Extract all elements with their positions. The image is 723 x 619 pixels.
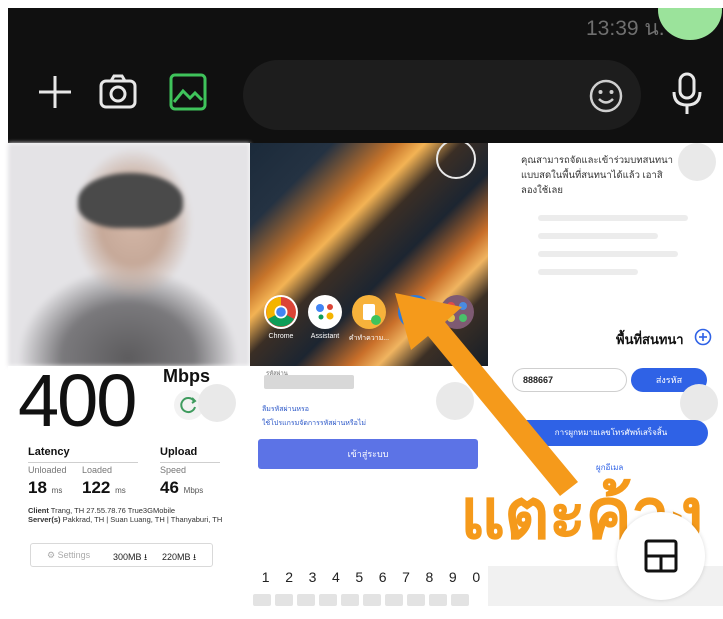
- speed-unit: Mbps: [163, 366, 210, 386]
- keyboard-key[interactable]: [275, 594, 293, 606]
- password-manager-link[interactable]: ใช้โปรแกรมจัดการรหัสผ่านหรือไม่: [262, 418, 366, 429]
- assistant-icon[interactable]: [308, 295, 342, 329]
- select-circle[interactable]: [436, 382, 474, 420]
- speedtest-panel[interactable]: 400 Mbps Latency Upload Unloaded Loaded …: [8, 366, 250, 606]
- keyboard-key[interactable]: [429, 594, 447, 606]
- mic-icon[interactable]: [670, 72, 704, 116]
- unloaded-latency: 18 ms: [28, 478, 63, 497]
- camera-icon[interactable]: [98, 72, 138, 112]
- keyboard-key[interactable]: [297, 594, 315, 606]
- split-screen-button[interactable]: [617, 512, 705, 600]
- chat-message: คุณสามารถจัดและเข้าร่วมบทสนทนาแบบสดในพื้…: [521, 155, 673, 196]
- key-5[interactable]: 5: [355, 569, 363, 589]
- chat-input-bar: 13:39 น.: [8, 8, 723, 143]
- keyboard-key[interactable]: [253, 594, 271, 606]
- plus-icon[interactable]: [35, 72, 75, 112]
- keyboard-row: [250, 594, 488, 606]
- number-row: 1 2 3 4 5 6 7 8 9 0: [254, 569, 488, 589]
- bind-phone-button[interactable]: การผูกหมายเลขโทรศัพท์เสร็จสิ้น: [514, 420, 708, 446]
- keyboard-key[interactable]: [319, 594, 337, 606]
- key-7[interactable]: 7: [402, 569, 410, 589]
- key-3[interactable]: 3: [309, 569, 317, 589]
- placeholder-line: [538, 251, 678, 257]
- blurred-photo-subject: [78, 173, 183, 228]
- login-form-panel[interactable]: รหัสผ่าน ลืมรหัสผ่านหรอ ใช้โปรแกรมจัดการ…: [250, 366, 488, 606]
- upload-label: Upload: [160, 446, 198, 458]
- keyboard-key[interactable]: [407, 594, 425, 606]
- gallery-icon[interactable]: [168, 72, 208, 112]
- key-4[interactable]: 4: [332, 569, 340, 589]
- placeholder-line: [538, 269, 638, 275]
- loaded-latency: 122 ms: [82, 478, 126, 497]
- bind-email-link[interactable]: ผูกอีเมล: [596, 461, 623, 474]
- unloaded-label: Unloaded: [28, 465, 67, 475]
- chat-space-label: พื้นที่สนทนา: [616, 332, 684, 347]
- key-1[interactable]: 1: [262, 569, 270, 589]
- settings-row[interactable]: ⚙ Settings 300MB ⭳ 220MB ⭳: [30, 543, 213, 567]
- recent-chat-app[interactable]: คุณสามารถจัดและเข้าร่วมบทสนทนาแบบสดในพื้…: [488, 143, 723, 366]
- keyboard-key[interactable]: [451, 594, 469, 606]
- speed-label: Speed: [160, 465, 187, 475]
- emoji-icon[interactable]: [588, 78, 624, 114]
- app-label-cleaner: คำทำความ...: [348, 335, 390, 342]
- connection-info: Client Trang, TH 27.55.78.76 True3GMobil…: [28, 506, 223, 524]
- app-folder-icon[interactable]: [440, 295, 474, 329]
- message-input[interactable]: [243, 60, 641, 130]
- key-6[interactable]: 6: [379, 569, 387, 589]
- keyboard-key[interactable]: [385, 594, 403, 606]
- speed-value: 400: [18, 366, 137, 442]
- divider: [28, 462, 138, 463]
- otp-code-input[interactable]: 888667: [512, 368, 627, 392]
- recent-photo-thumbnail[interactable]: [8, 143, 250, 366]
- download-data-usage: 300MB ⭳: [113, 552, 148, 562]
- status-time: 13:39 น.: [586, 17, 665, 40]
- chrome-icon[interactable]: [264, 295, 298, 329]
- password-field[interactable]: [264, 375, 354, 389]
- key-9[interactable]: 9: [449, 569, 457, 589]
- divider: [160, 462, 220, 463]
- recent-home-screen[interactable]: Chrome Assistant คำทำความ...: [250, 143, 488, 366]
- key-2[interactable]: 2: [285, 569, 293, 589]
- add-chat-icon[interactable]: [694, 328, 712, 346]
- latency-label: Latency: [28, 446, 70, 458]
- upload-data-usage: 220MB ⭳: [162, 552, 197, 562]
- split-screen-icon: [644, 539, 678, 573]
- avatar[interactable]: [658, 8, 722, 40]
- cleaner-app-icon[interactable]: [352, 295, 386, 329]
- placeholder-line: [538, 215, 688, 221]
- keyboard-key[interactable]: [363, 594, 381, 606]
- loaded-label: Loaded: [82, 465, 113, 475]
- key-8[interactable]: 8: [426, 569, 434, 589]
- select-circle[interactable]: [436, 143, 476, 179]
- key-0[interactable]: 0: [472, 569, 480, 589]
- app-icon[interactable]: [398, 295, 432, 329]
- login-button[interactable]: เข้าสู่ระบบ: [258, 439, 478, 469]
- forgot-password-link[interactable]: ลืมรหัสผ่านหรอ: [262, 404, 309, 415]
- settings-button[interactable]: ⚙ Settings: [47, 550, 90, 561]
- upload-speed: 46 Mbps: [160, 478, 204, 497]
- select-circle[interactable]: [198, 384, 236, 422]
- placeholder-line: [538, 233, 658, 239]
- keyboard-key[interactable]: [341, 594, 359, 606]
- select-circle[interactable]: [678, 143, 716, 181]
- select-circle[interactable]: [680, 384, 718, 422]
